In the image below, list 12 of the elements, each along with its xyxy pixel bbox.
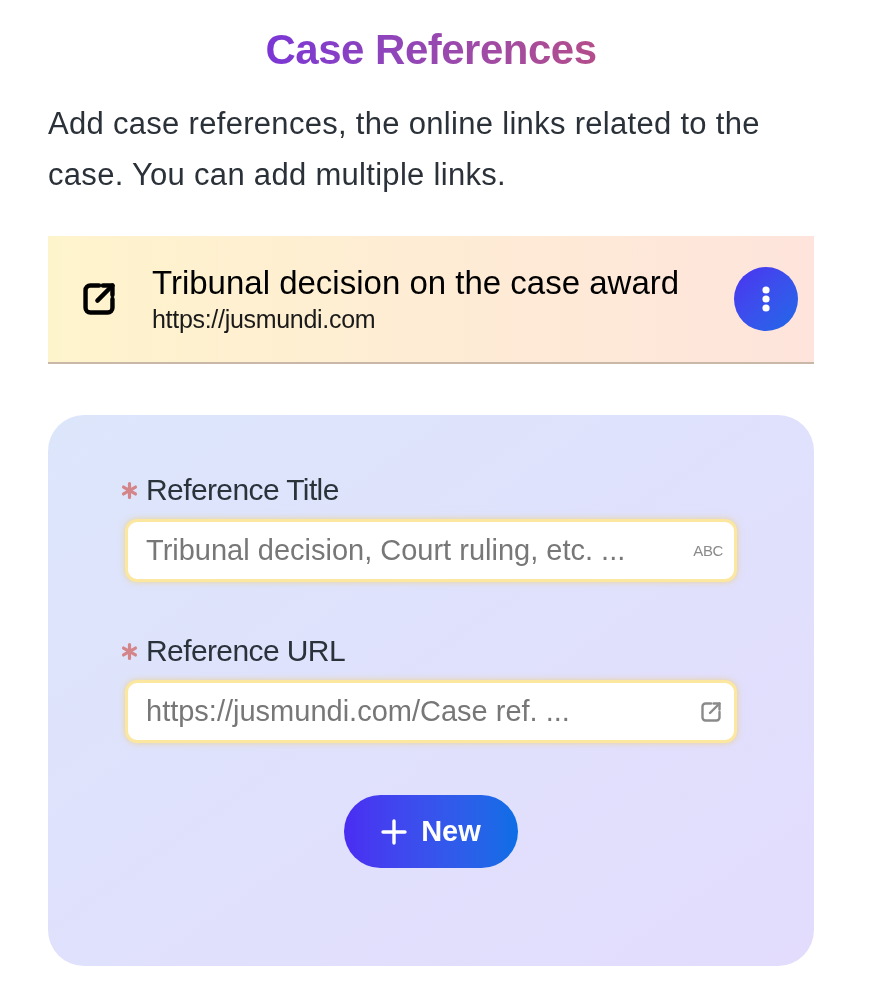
description-text: Add case references, the online links related to the case. You can add multiple links. [48,105,761,194]
plus-icon [381,818,408,845]
external-link-icon [699,699,723,724]
external-link-icon [80,280,118,318]
input-field[interactable]: https://jusmundi.com/Case ref. ... [125,680,737,743]
reference-title: Tribunal decision on the case award [152,263,681,303]
reference-url: https://jusmundi.com [152,304,377,335]
kebab-menu-icon [762,286,770,312]
field-label: Reference Title [146,473,339,507]
new-button[interactable]: New [344,795,518,868]
field-label: Reference URL [146,634,345,668]
input-type-label: ABC [693,541,723,560]
